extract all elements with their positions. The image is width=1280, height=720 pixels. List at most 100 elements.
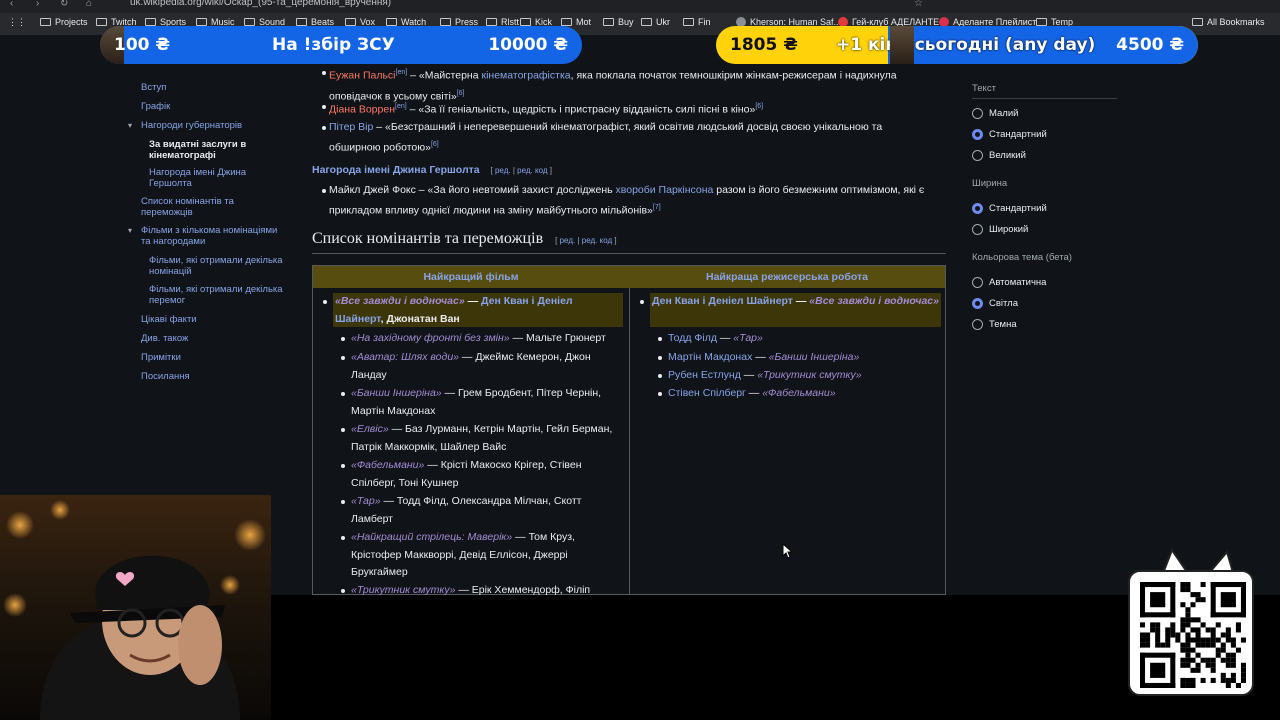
reload-icon[interactable]: ↻ [60, 0, 68, 9]
qr-module [1220, 677, 1226, 683]
edit-code-link[interactable]: ред. код [582, 236, 612, 245]
toc-item[interactable]: Графік [141, 101, 281, 112]
qr-module [1155, 632, 1161, 638]
bookmark-item[interactable]: Ukr [641, 17, 670, 27]
film-link[interactable]: «Найкращий стрілець: Маверік» [351, 531, 512, 543]
film-link[interactable]: «Трикутник смутку» [757, 369, 861, 381]
chevron-down-icon[interactable]: ▾ [128, 226, 132, 236]
interlanguage-link[interactable]: [en] [396, 69, 408, 76]
people-link[interactable]: Тодд Філд [668, 332, 717, 344]
film-link[interactable]: «Фабельмани» [351, 459, 424, 471]
radio-option[interactable]: Стандартний [972, 203, 1047, 214]
bookmark-star-icon[interactable]: ☆ [914, 0, 923, 9]
reference-link[interactable]: [6] [755, 103, 763, 110]
radio-button[interactable] [972, 150, 983, 161]
radio-button[interactable] [972, 129, 983, 140]
bracket: [ [555, 236, 558, 245]
forward-icon[interactable]: › [36, 0, 39, 9]
honoree-link[interactable]: Діана Воррен [329, 104, 395, 116]
parkinsons-link[interactable]: хвороби Паркінсона [616, 184, 714, 196]
people-link[interactable]: Стівен Спілберг [668, 387, 746, 399]
film-link[interactable]: «Тар» [351, 495, 381, 507]
chevron-down-icon[interactable]: ▾ [128, 121, 132, 131]
edit-link[interactable]: ред. [560, 236, 576, 245]
qr-module [1180, 677, 1186, 683]
film-link[interactable]: «Банши Іншеріна» [769, 351, 860, 363]
edit-link[interactable]: ред. [495, 166, 511, 175]
table-header-best-picture[interactable]: Найкращий фільм [313, 266, 629, 288]
toc-item[interactable]: Нагороди губернаторів [141, 120, 281, 131]
qr-module [1200, 677, 1206, 683]
radio-label: Стандартний [989, 203, 1047, 214]
apps-grid-icon[interactable]: ⋮⋮ [8, 17, 26, 28]
qr-finder [1140, 652, 1146, 688]
toc-item[interactable]: Посилання [141, 371, 281, 382]
webcam-image [3, 500, 266, 720]
toc-item[interactable]: Фільми, які отримали декілька перемог [149, 284, 284, 307]
film-link[interactable]: «Все завжди і водночас» [809, 295, 939, 307]
qr-module [1215, 622, 1221, 628]
film-link[interactable]: «Трикутник смутку» [351, 584, 455, 595]
film-link[interactable]: «Аватар: Шлях води» [351, 351, 459, 363]
people-link[interactable]: Мартін Макдонах [668, 351, 752, 363]
url-field[interactable]: uk.wikipedia.org/wiki/Оскар_(95-та_церем… [130, 0, 391, 8]
wiki-link[interactable]: кінематографістка [481, 70, 570, 82]
bookmark-item[interactable]: Fin [683, 17, 711, 27]
bullet [339, 330, 347, 341]
film-link[interactable]: «Банши Іншеріна» [351, 387, 442, 399]
radio-button[interactable] [972, 319, 983, 330]
radio-option[interactable]: Малий [972, 108, 1018, 119]
radio-option[interactable]: Стандартний [972, 129, 1047, 140]
text-size-label: Текст [972, 83, 996, 94]
radio-button[interactable] [972, 108, 983, 119]
toc-item[interactable]: Нагорода імені Джина Гершолта [149, 167, 284, 190]
qr-module [1170, 632, 1176, 638]
radio-option[interactable]: Широкий [972, 224, 1028, 235]
radio-button[interactable] [972, 203, 983, 214]
qr-module [1195, 627, 1201, 633]
all-bookmarks-button[interactable]: All Bookmarks [1192, 17, 1265, 27]
edit-code-link[interactable]: ред. код [517, 166, 547, 175]
radio-label: Малий [989, 108, 1019, 119]
radio-option[interactable]: Світла [972, 298, 1018, 309]
honoree-link[interactable]: Пітер Вір [329, 121, 373, 133]
qr-module [1215, 637, 1221, 643]
people-link[interactable]: Ден Кван і Деніел Шайнерт [652, 295, 793, 307]
radio-option[interactable]: Великий [972, 150, 1026, 161]
toc-item[interactable]: Список номінантів та переможців [141, 196, 281, 219]
list-item: «Фабельмани» — Крісті Макоско Крігер, Ст… [341, 457, 621, 492]
people-link[interactable]: Рубен Естлунд [668, 369, 741, 381]
table-header-best-director[interactable]: Найкраща режисерська робота [629, 266, 945, 288]
film-link[interactable]: «Все завжди і водночас» [335, 295, 465, 307]
film-link[interactable]: «На західному фронті без змін» [351, 332, 510, 344]
toc-item[interactable]: Вступ [141, 82, 281, 93]
radio-option[interactable]: Темна [972, 319, 1017, 330]
radio-button[interactable] [972, 277, 983, 288]
reference-link[interactable]: [6] [457, 90, 465, 97]
dash: — [455, 584, 472, 595]
film-link[interactable]: «Елвіс» [351, 423, 389, 435]
film-link[interactable]: «Фабельмани» [762, 387, 835, 399]
toc-item[interactable]: За видатні заслуги в кінематографі [149, 139, 284, 162]
toc-item[interactable]: Фільми з кількома номінаціями та нагород… [141, 225, 281, 248]
qr-module [1185, 582, 1191, 588]
separator: | [577, 236, 580, 245]
reference-link[interactable]: [6] [431, 141, 439, 148]
toc-item[interactable]: Цікаві факти [141, 314, 281, 325]
bookmark-item[interactable]: Projects [40, 17, 88, 27]
honoree-link[interactable]: Еужан Пальсі [329, 70, 396, 82]
edit-links: [ ред. | ред. код ] [555, 236, 616, 245]
radio-label: Широкий [989, 224, 1029, 235]
back-icon[interactable]: ‹ [10, 0, 13, 9]
toc-item[interactable]: Див. також [141, 333, 281, 344]
film-link[interactable]: «Тар» [733, 332, 763, 344]
interlanguage-link[interactable]: [en] [395, 103, 407, 110]
bookmark-item[interactable]: Buy [603, 17, 634, 27]
home-icon[interactable]: ⌂ [86, 0, 92, 9]
radio-button[interactable] [972, 298, 983, 309]
radio-option[interactable]: Автоматична [972, 277, 1046, 288]
toc-item[interactable]: Фільми, які отримали декілька номінацій [149, 255, 284, 278]
reference-link[interactable]: [7] [653, 204, 661, 211]
toc-item[interactable]: Примітки [141, 352, 281, 363]
radio-button[interactable] [972, 224, 983, 235]
